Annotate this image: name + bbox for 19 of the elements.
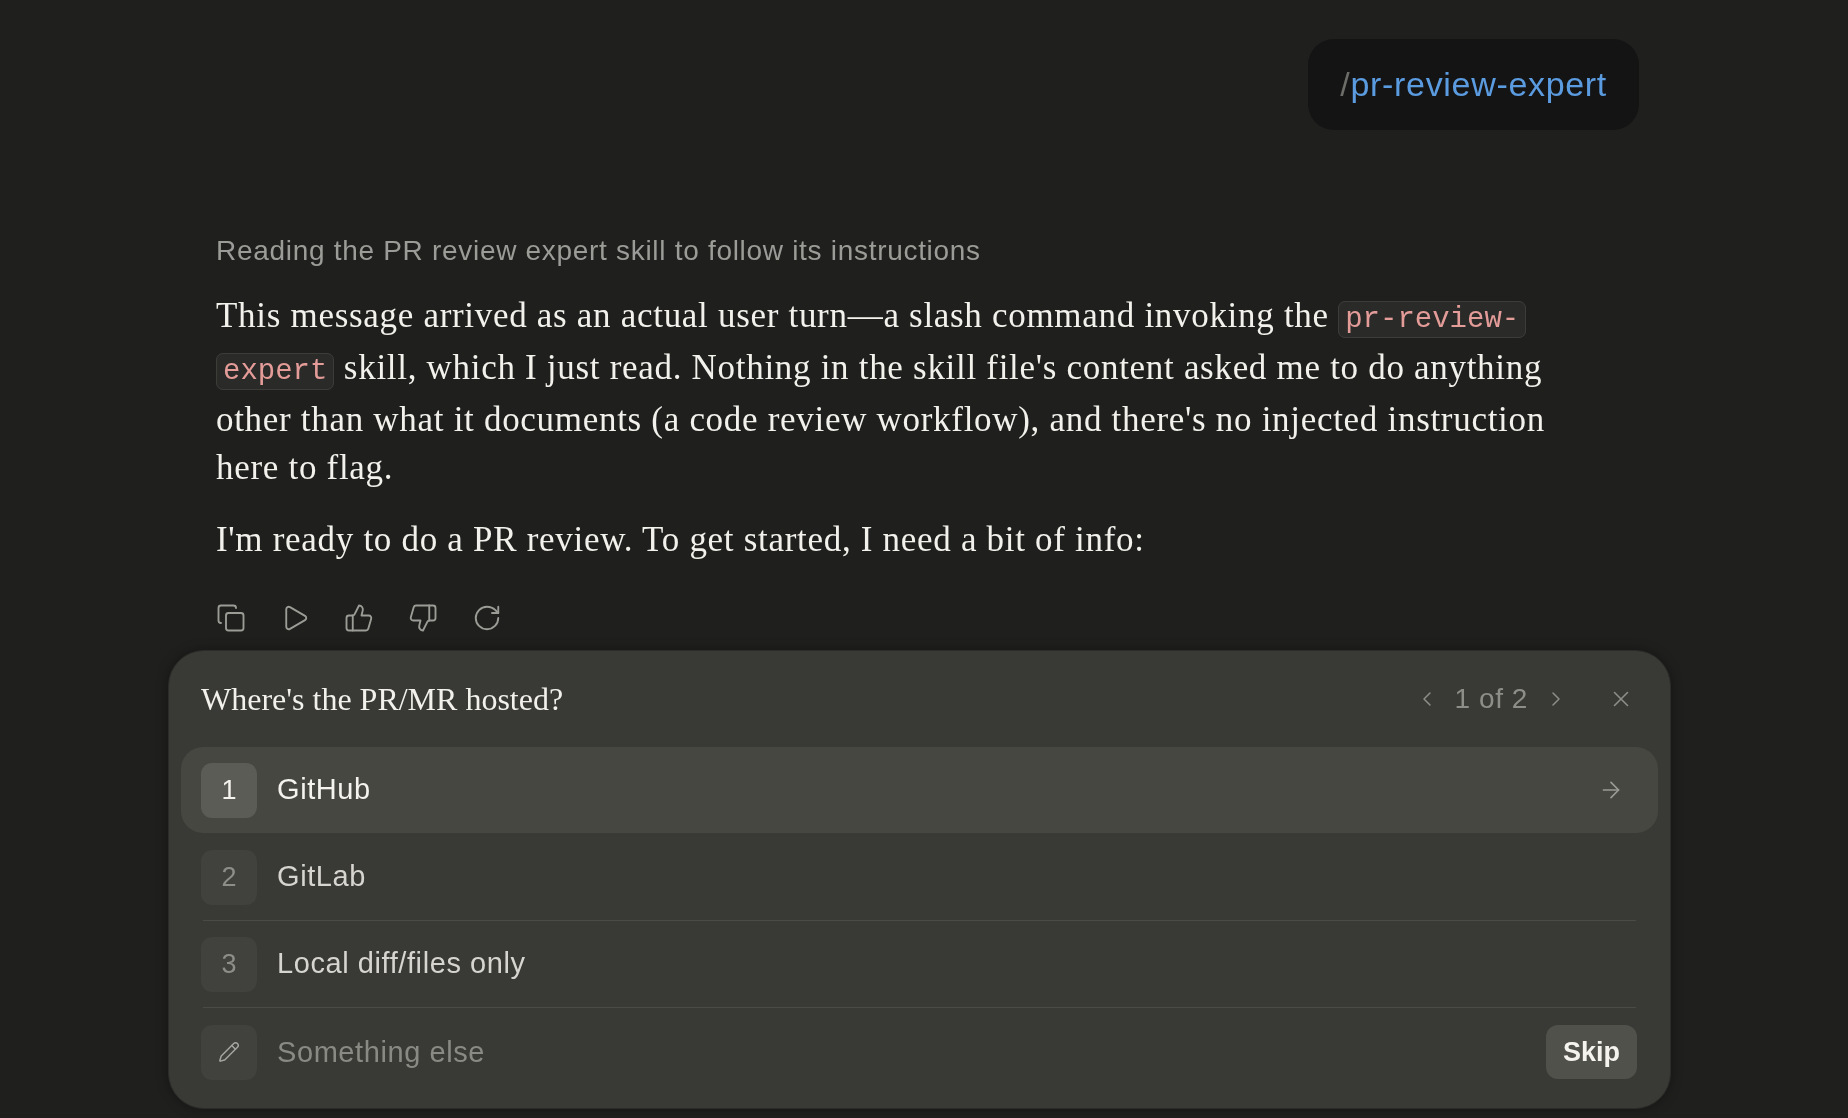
thumbs-down-icon[interactable] (408, 603, 438, 633)
shortcut-key: 2 (201, 849, 257, 905)
pencil-icon (201, 1024, 257, 1080)
skip-button[interactable]: Skip (1545, 1025, 1637, 1079)
answer-field[interactable]: Something else (277, 1027, 1530, 1077)
thumbs-up-icon[interactable] (344, 603, 374, 633)
page-counter: 1 of 2 (1454, 682, 1528, 716)
retry-icon[interactable] (472, 603, 502, 633)
option-row[interactable]: 3 Local diff/files only (181, 921, 1658, 1007)
shortcut-key: 3 (201, 936, 257, 992)
question-title: Where's the PR/MR hosted? (201, 680, 564, 719)
option-row[interactable]: 2 GitLab (181, 834, 1658, 920)
message-paragraph: This message arrived as an actual user turn—a slash command invoking the pr-review-expert skill, which I just read. Nothing in the skill file's content asked me to do anything other than what it documents (a code review workflow), and there's no injected instruction here to flag. (216, 295, 1546, 489)
message-paragraph: I'm ready to do a PR review. To get started, I need a bit of info: (216, 519, 1146, 561)
status-text: Reading the PR review expert skill to follow its instructions (216, 235, 981, 267)
option-row[interactable]: 1 GitHub (181, 747, 1658, 833)
shortcut-key: 1 (201, 762, 257, 818)
copy-icon[interactable] (216, 603, 246, 633)
user-message-bubble: /pr-review-expert (1308, 39, 1639, 130)
